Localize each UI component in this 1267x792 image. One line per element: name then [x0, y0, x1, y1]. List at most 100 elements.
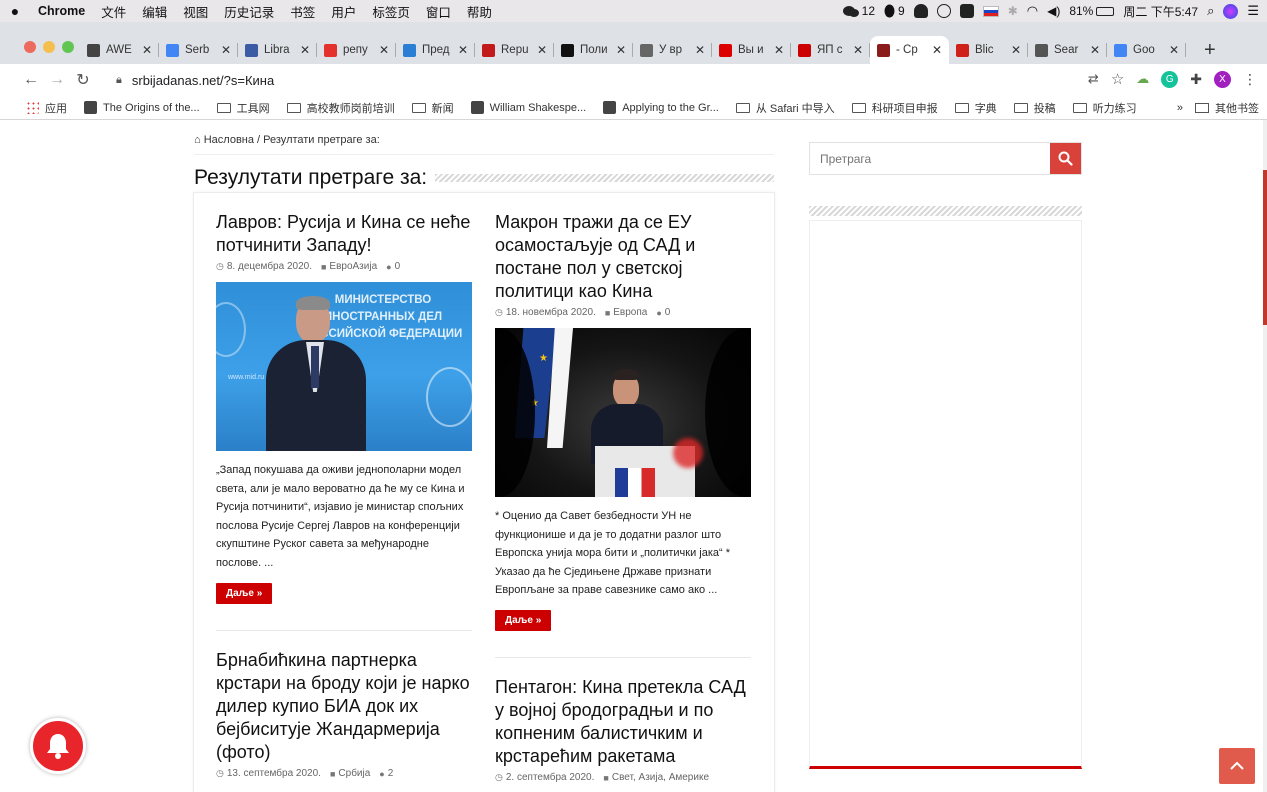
close-tab-icon[interactable]: ✕	[1090, 43, 1100, 57]
close-tab-icon[interactable]: ✕	[142, 43, 152, 57]
browser-tab[interactable]: Пред ✕	[396, 36, 475, 64]
post-title-link[interactable]: Лавров: Русија и Кина се неће потчинити …	[216, 211, 472, 257]
v-app-icon[interactable]	[959, 4, 974, 18]
spotlight-search-icon[interactable]: ⌕	[1207, 3, 1214, 19]
post-comments[interactable]: ● 0	[656, 307, 670, 318]
battery-status[interactable]: 81%	[1069, 4, 1115, 18]
menu-tab[interactable]: 标签页	[364, 2, 418, 21]
menu-help[interactable]: 帮助	[459, 2, 500, 21]
post-category[interactable]: ■ Србија	[330, 768, 370, 779]
menu-bookmarks[interactable]: 书签	[282, 2, 323, 21]
bookmark-item[interactable]: 新闻	[411, 100, 454, 116]
search-input[interactable]	[810, 143, 1050, 174]
menu-edit[interactable]: 编辑	[134, 2, 175, 21]
post-thumbnail-lavrov[interactable]: МИНИСТЕРСТВО ИНОСТРАННЫХ ДЕЛ РОССИЙСКОЙ …	[216, 282, 472, 451]
bookmark-star-icon[interactable]: ☆	[1111, 70, 1124, 88]
bookmark-item[interactable]: 应用	[26, 100, 67, 116]
siri-icon[interactable]	[1223, 3, 1239, 19]
profile-avatar[interactable]: X	[1214, 70, 1231, 88]
browser-tab[interactable]: Вы и ✕	[712, 36, 791, 64]
post-category[interactable]: ■ Свет, Азија, Америке	[603, 772, 709, 783]
browser-tab[interactable]: Repu ✕	[475, 36, 554, 64]
bookmark-item[interactable]: Applying to the Gr...	[603, 101, 719, 114]
bookmark-item[interactable]: 工具网	[216, 100, 270, 116]
apple-menu-icon[interactable]: ●	[0, 3, 30, 19]
chrome-menu-icon[interactable]: ⋮	[1243, 71, 1257, 88]
grammarly-icon[interactable]: G	[1161, 70, 1179, 88]
read-more-button[interactable]: Даље »	[216, 582, 273, 604]
qq-icon[interactable]: 9	[884, 4, 905, 18]
russian-flag-icon[interactable]	[982, 5, 999, 17]
close-tab-icon[interactable]: ✕	[379, 43, 389, 57]
minimize-window-button[interactable]	[43, 41, 55, 53]
browser-tab[interactable]: У вр ✕	[633, 36, 712, 64]
menu-window[interactable]: 窗口	[418, 2, 459, 21]
menu-file[interactable]: 文件	[93, 2, 134, 21]
scroll-to-top-button[interactable]	[1219, 748, 1255, 784]
close-tab-icon[interactable]: ✕	[695, 43, 705, 57]
volume-icon[interactable]: ◀)	[1047, 4, 1060, 18]
browser-tab[interactable]: Sear ✕	[1028, 36, 1107, 64]
page-scrollbar[interactable]	[1263, 120, 1267, 792]
lock-icon[interactable]: 🔒︎	[116, 74, 122, 87]
reload-button[interactable]: ↻	[70, 70, 96, 90]
close-tab-icon[interactable]: ✕	[458, 43, 468, 57]
bookmark-item[interactable]: 从 Safari 中导入	[735, 100, 835, 116]
bookmark-item[interactable]: The Origins of the...	[84, 101, 200, 114]
browser-tab[interactable]: Goo ✕	[1107, 36, 1186, 64]
close-tab-icon[interactable]: ✕	[300, 43, 310, 57]
close-tab-icon[interactable]: ✕	[853, 43, 863, 57]
close-tab-icon[interactable]: ✕	[616, 43, 626, 57]
browser-tab[interactable]: Libra ✕	[238, 36, 317, 64]
zoom-window-button[interactable]	[62, 41, 74, 53]
browser-tab[interactable]: Serb ✕	[159, 36, 238, 64]
browser-tab[interactable]: Blic ✕	[949, 36, 1028, 64]
browser-tab[interactable]: AWE ✕	[80, 36, 159, 64]
bookmark-item[interactable]: 科研项目申报	[851, 100, 938, 116]
menu-view[interactable]: 视图	[175, 2, 216, 21]
menu-history[interactable]: 历史记录	[216, 2, 282, 21]
post-category[interactable]: ■ ЕвроАзија	[321, 261, 377, 272]
chat-bubble-icon[interactable]	[936, 4, 951, 18]
post-comments[interactable]: ● 0	[386, 261, 400, 272]
translate-page-icon[interactable]: ⇄	[1088, 71, 1099, 87]
browser-tab[interactable]: репу ✕	[317, 36, 396, 64]
post-category[interactable]: ■ Европа	[605, 307, 648, 318]
browser-tab[interactable]: - Ср ✕	[870, 36, 949, 64]
scrollbar-thumb[interactable]	[1263, 170, 1267, 325]
close-tab-icon[interactable]: ✕	[1011, 43, 1021, 57]
bookmarks-more-button[interactable]: »	[1177, 102, 1183, 114]
other-bookmarks-button[interactable]: 其他书签	[1215, 100, 1259, 116]
extensions-puzzle-icon[interactable]: ✚	[1190, 71, 1202, 88]
wifi-icon[interactable]: ◠	[1027, 3, 1038, 19]
control-center-icon[interactable]: ☰	[1247, 3, 1259, 19]
close-tab-icon[interactable]: ✕	[774, 43, 784, 57]
notification-bell-button[interactable]	[30, 718, 86, 774]
close-tab-icon[interactable]: ✕	[221, 43, 231, 57]
new-tab-button[interactable]: +	[1204, 36, 1216, 64]
bluetooth-icon[interactable]: ✱	[1008, 4, 1018, 18]
post-comments[interactable]: ● 2	[379, 768, 393, 779]
browser-tab[interactable]: Поли ✕	[554, 36, 633, 64]
address-bar[interactable]: 🔒︎ srbijadanas.net/?s=Кина	[108, 67, 1118, 93]
menubar-clock[interactable]: 周二 下午5:47	[1123, 3, 1198, 20]
extension-cloud-icon[interactable]: ☁	[1136, 71, 1149, 87]
bookmark-item[interactable]: 字典	[954, 100, 997, 116]
bookmark-item[interactable]: 听力练习	[1072, 100, 1137, 116]
close-tab-icon[interactable]: ✕	[537, 43, 547, 57]
back-button[interactable]: ←	[18, 71, 44, 89]
menu-people[interactable]: 用户	[323, 2, 364, 21]
close-tab-icon[interactable]: ✕	[932, 43, 942, 57]
post-title-link[interactable]: Макрон тражи да се ЕУ осамостаљује од СА…	[495, 211, 751, 303]
forward-button[interactable]: →	[44, 71, 70, 89]
notification-icon[interactable]	[913, 4, 928, 18]
menu-app-name[interactable]: Chrome	[30, 4, 93, 18]
breadcrumb-home-link[interactable]: Насловна	[204, 134, 254, 146]
home-icon[interactable]: ⌂	[194, 134, 201, 146]
search-button[interactable]	[1050, 143, 1081, 174]
post-thumbnail-macron[interactable]: ★ ★	[495, 328, 751, 497]
post-title-link[interactable]: Брнабићкина партнерка крстари на броду к…	[216, 649, 472, 764]
read-more-button[interactable]: Даље »	[495, 609, 552, 631]
bookmark-item[interactable]: 投稿	[1013, 100, 1056, 116]
bookmark-item[interactable]: William Shakespe...	[470, 101, 586, 114]
